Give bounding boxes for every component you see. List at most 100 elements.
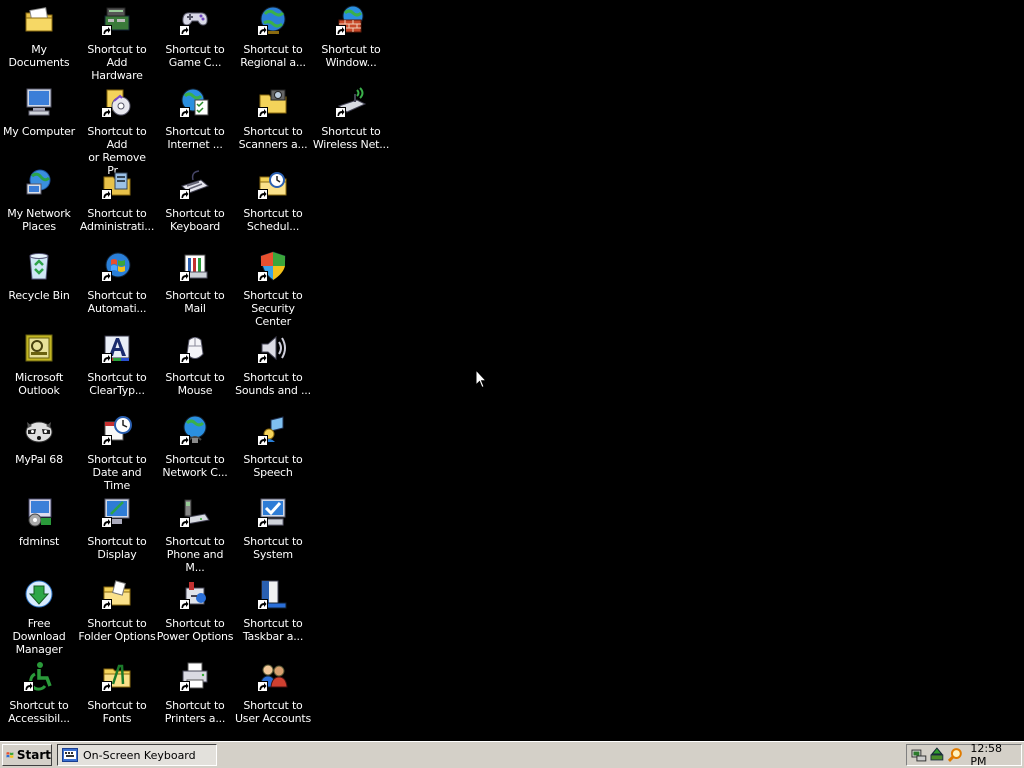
desktop-icon[interactable]: Shortcut to Power Options [156,576,234,656]
installer-icon [23,496,55,528]
desktop-icon-label: Shortcut to Internet ... [165,125,225,151]
desktop-icon[interactable]: Shortcut to Printers a... [156,658,234,738]
desktop-icon[interactable]: Shortcut to Folder Options [78,576,156,656]
outlook-icon [23,332,55,364]
phone-modem-icon [179,496,211,528]
desktop-icon[interactable]: Shortcut to Keyboard [156,166,234,246]
desktop-icon-label: Shortcut to Mail [165,289,225,315]
desktop-icon[interactable]: Shortcut to Mouse [156,330,234,410]
desktop-icon[interactable]: Shortcut to Fonts [78,658,156,738]
desktop-icon[interactable]: Shortcut to System [234,494,312,574]
desktop-icon[interactable]: Shortcut to Automati... [78,248,156,328]
clock[interactable]: 12:58 PM [970,742,1021,768]
desktop-icon-label: fdminst [18,535,60,548]
windows-update-icon [101,250,133,282]
desktop-icon[interactable]: Shortcut to Schedul... [234,166,312,246]
desktop-icon[interactable]: Shortcut to Speech [234,412,312,492]
desktop-icon[interactable]: Microsoft Outlook [0,330,78,410]
shortcut-arrow-icon [101,25,112,36]
shortcut-arrow-icon [179,681,190,692]
desktop-icon[interactable]: My Documents [0,2,78,82]
search-icon[interactable] [947,747,963,763]
desktop-icon-label: Shortcut to Security Center [243,289,303,328]
shortcut-arrow-icon [257,353,268,364]
desktop-icon-label: Shortcut to Automati... [87,289,147,315]
start-button[interactable]: Start [2,744,52,766]
desktop-icon-label: Shortcut to Sounds and ... [235,371,311,397]
desktop-icon[interactable]: Shortcut to Wireless Net... [312,84,390,164]
desktop-icon-label: Shortcut to Game C... [165,43,225,69]
desktop-icon[interactable]: Shortcut to Scanners a... [234,84,312,164]
shortcut-arrow-icon [101,599,112,610]
desktop[interactable]: My Documents My Computer My Network Places… [0,0,1024,741]
desktop-icon[interactable]: Shortcut to Administrati... [78,166,156,246]
shortcut-arrow-icon [101,107,112,118]
desktop-icon[interactable]: Recycle Bin [0,248,78,328]
desktop-icon-label: Shortcut to Add Hardware [87,43,147,82]
desktop-icon-label: Microsoft Outlook [14,371,64,397]
desktop-icon[interactable]: Shortcut to Add Hardware [78,2,156,82]
desktop-icon-label: Recycle Bin [8,289,70,302]
desktop-icon[interactable]: Shortcut to Date and Time [78,412,156,492]
desktop-icon[interactable]: Shortcut to ClearTyp... [78,330,156,410]
shortcut-arrow-icon [101,189,112,200]
desktop-icon-label: MyPal 68 [15,453,63,466]
accessibility-icon [23,660,55,692]
shortcut-arrow-icon [101,271,112,282]
taskbar-button-on-screen-keyboard[interactable]: On-Screen Keyboard [57,744,217,766]
admin-tools-icon [101,168,133,200]
recycle-bin-icon [23,250,55,282]
shortcut-arrow-icon [23,681,34,692]
desktop-icon-label: Shortcut to Phone and M... [165,535,225,574]
scanners-cameras-icon [257,86,289,118]
system-icon [257,496,289,528]
desktop-icon[interactable]: Shortcut to Game C... [156,2,234,82]
desktop-icon[interactable]: Shortcut to User Accounts [234,658,312,738]
desktop-icon[interactable]: Shortcut to Network C... [156,412,234,492]
shortcut-arrow-icon [257,271,268,282]
desktop-icon-label: My Documents [8,43,70,69]
shortcut-arrow-icon [179,271,190,282]
desktop-icon-label: My Network Places [7,207,71,233]
desktop-icon[interactable]: Shortcut to Phone and M... [156,494,234,574]
desktop-icon[interactable]: Shortcut to Display [78,494,156,574]
desktop-icon[interactable]: Shortcut to Window... [312,2,390,82]
wireless-network-icon [335,86,367,118]
desktop-icon[interactable]: Shortcut to Regional a... [234,2,312,82]
desktop-icon[interactable]: My Network Places [0,166,78,246]
desktop-icon-label: Free Download Manager [12,617,66,656]
desktop-icon-label: Shortcut to Scanners a... [238,125,308,151]
desktop-icon-label: Shortcut to Printers a... [164,699,226,725]
shortcut-arrow-icon [335,25,346,36]
regional-globe-icon [257,4,289,36]
speech-icon [257,414,289,446]
desktop-icon-label: Shortcut to Network C... [162,453,228,479]
shortcut-arrow-icon [257,681,268,692]
start-label: Start [16,748,51,762]
mypal-raccoon-icon [23,414,55,446]
desktop-icon-label: Shortcut to Date and Time [87,453,147,492]
shortcut-arrow-icon [179,517,190,528]
network-places-icon [23,168,55,200]
desktop-icon[interactable]: Shortcut to Sounds and ... [234,330,312,410]
taskbar: Start On-Screen Keyboard 12:58 PM [0,741,1024,768]
safely-remove-icon[interactable] [929,747,945,763]
sounds-speaker-icon [257,332,289,364]
desktop-icon[interactable]: Shortcut to Accessibil... [0,658,78,738]
windows-logo-icon [6,752,14,758]
desktop-icon[interactable]: Shortcut to Security Center [234,248,312,328]
desktop-icon[interactable]: My Computer [0,84,78,164]
desktop-icon[interactable]: Shortcut to Internet ... [156,84,234,164]
desktop-icon[interactable]: Free Download Manager [0,576,78,656]
desktop-icon[interactable]: MyPal 68 [0,412,78,492]
taskbar-start-menu-icon [257,578,289,610]
keyboard-icon [62,748,78,762]
desktop-icon[interactable]: Shortcut to Add or Remove Pr... [78,84,156,177]
desktop-icon[interactable]: fdminst [0,494,78,574]
desktop-icon[interactable]: Shortcut to Mail [156,248,234,328]
keyboard-icon [179,168,211,200]
desktop-icon-label: Shortcut to Mouse [165,371,225,397]
shortcut-arrow-icon [179,599,190,610]
network-icon[interactable] [911,747,927,763]
desktop-icon[interactable]: Shortcut to Taskbar a... [234,576,312,656]
